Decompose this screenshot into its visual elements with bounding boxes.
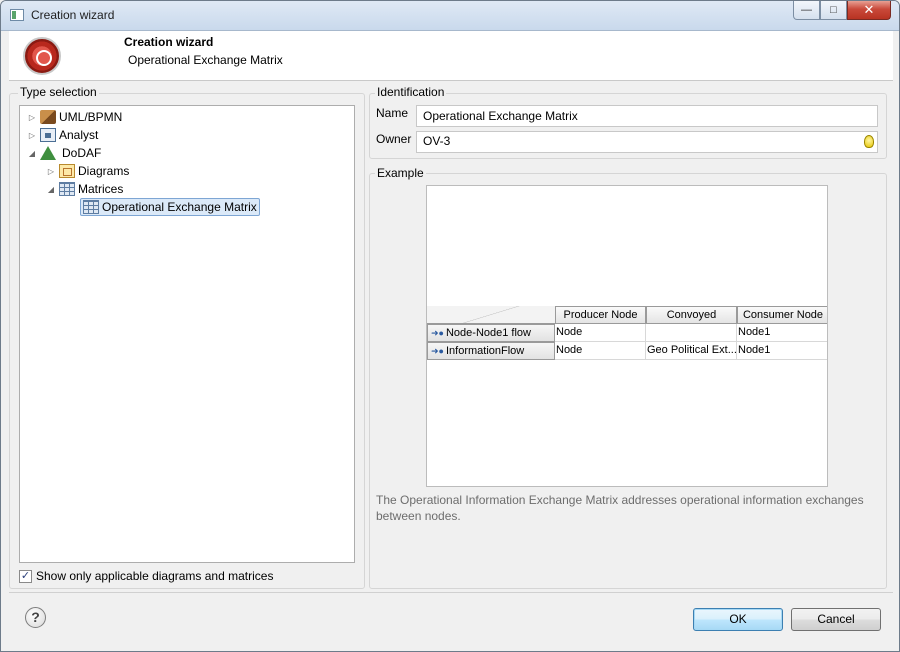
- minimize-button[interactable]: —: [793, 1, 820, 20]
- expand-arrow-icon[interactable]: ▷: [26, 131, 38, 140]
- tree-item-dodaf[interactable]: ◢ DoDAF: [26, 144, 101, 162]
- tree-item-operational-exchange-matrix[interactable]: Operational Exchange Matrix: [80, 198, 260, 216]
- wizard-banner: Creation wizard Operational Exchange Mat…: [9, 31, 893, 81]
- help-icon: ?: [31, 609, 40, 625]
- matrix-column-header: Producer Node: [555, 306, 646, 324]
- tree-item-label: Operational Exchange Matrix: [102, 200, 257, 214]
- information-flow-icon: ➜●: [431, 328, 444, 338]
- minimize-icon: —: [801, 4, 812, 16]
- matrix-row-header: ➜● InformationFlow: [427, 342, 555, 360]
- tree-item-label: Matrices: [78, 182, 124, 196]
- matrices-icon: [59, 182, 75, 196]
- help-button[interactable]: ?: [25, 607, 46, 628]
- tree-item-label: DoDAF: [62, 146, 102, 160]
- type-selection-label: Type selection: [18, 85, 99, 99]
- applicable-filter-option[interactable]: ✓ Show only applicable diagrams and matr…: [19, 569, 273, 583]
- matrix-cell: Node1: [737, 342, 827, 360]
- app-logo-icon: [23, 37, 61, 75]
- dodaf-icon: [40, 146, 56, 160]
- uml-package-icon: [40, 110, 56, 124]
- matrix-column-header: Consumer Node: [737, 306, 827, 324]
- information-flow-icon: ➜●: [431, 346, 444, 356]
- banner-title: Creation wizard: [124, 35, 214, 49]
- identification-label: Identification: [375, 85, 447, 99]
- tree-item-diagrams[interactable]: ▷ Diagrams: [45, 162, 129, 180]
- ok-button[interactable]: OK: [693, 608, 783, 631]
- collapse-arrow-icon[interactable]: ◢: [26, 149, 38, 158]
- title-bar[interactable]: Creation wizard — □ ✕: [1, 1, 899, 31]
- close-button[interactable]: ✕: [847, 1, 891, 20]
- window-title: Creation wizard: [31, 8, 115, 22]
- diagrams-icon: [59, 164, 75, 178]
- maximize-icon: □: [830, 4, 837, 16]
- banner-subtitle: Operational Exchange Matrix: [128, 53, 283, 67]
- tree-item-analyst[interactable]: ▷ Analyst: [26, 126, 98, 144]
- close-icon: ✕: [863, 2, 875, 17]
- example-label: Example: [375, 166, 426, 180]
- matrix-icon: [83, 200, 99, 214]
- owner-field[interactable]: OV-3: [416, 131, 878, 153]
- footer-separator: [9, 592, 893, 593]
- cancel-button[interactable]: Cancel: [791, 608, 881, 631]
- matrix-row-label: InformationFlow: [445, 345, 525, 357]
- maximize-button[interactable]: □: [820, 1, 847, 20]
- matrix-cell: Node1: [737, 324, 827, 342]
- tree-item-label: Analyst: [59, 128, 99, 142]
- tree-item-label: UML/BPMN: [59, 110, 123, 124]
- name-label: Name: [376, 106, 409, 120]
- owner-label: Owner: [376, 132, 412, 146]
- owner-value: OV-3: [423, 134, 451, 148]
- collapse-arrow-icon[interactable]: ◢: [45, 185, 57, 194]
- name-input[interactable]: [416, 105, 878, 127]
- applicable-filter-label: Show only applicable diagrams and matric…: [36, 569, 274, 583]
- matrix-cell: Geo Political Ext...: [646, 342, 737, 360]
- tree-item-uml-bpmn[interactable]: ▷ UML/BPMN: [26, 108, 122, 126]
- type-tree[interactable]: ▷ UML/BPMN ▷ Analyst ◢ DoDAF ▷ Diagrams …: [19, 105, 355, 563]
- expand-arrow-icon[interactable]: ▷: [45, 167, 57, 176]
- matrix-row-label: Node-Node1 flow: [445, 327, 531, 339]
- lightbulb-icon[interactable]: [864, 135, 874, 148]
- matrix-corner: [427, 306, 555, 324]
- analyst-icon: [40, 128, 56, 142]
- tree-item-label: Diagrams: [78, 164, 130, 178]
- example-preview: Producer Node Convoyed Consumer Node ➜● N…: [426, 185, 828, 487]
- creation-wizard-window: Creation wizard — □ ✕ Creation wizard Op…: [0, 0, 900, 652]
- applicable-filter-checkbox[interactable]: ✓: [19, 569, 32, 583]
- matrix-row-header: ➜● Node-Node1 flow: [427, 324, 555, 342]
- example-description: The Operational Information Exchange Mat…: [376, 493, 864, 523]
- matrix-cell: Node: [555, 342, 646, 360]
- matrix-cell: Node: [555, 324, 646, 342]
- tree-item-matrices[interactable]: ◢ Matrices: [45, 180, 123, 198]
- checkmark-icon: ✓: [20, 569, 31, 582]
- caption-buttons: — □ ✕: [793, 1, 891, 21]
- window-icon: [10, 9, 24, 21]
- matrix-column-header: Convoyed: [646, 306, 737, 324]
- matrix-cell: [646, 324, 737, 342]
- expand-arrow-icon[interactable]: ▷: [26, 113, 38, 122]
